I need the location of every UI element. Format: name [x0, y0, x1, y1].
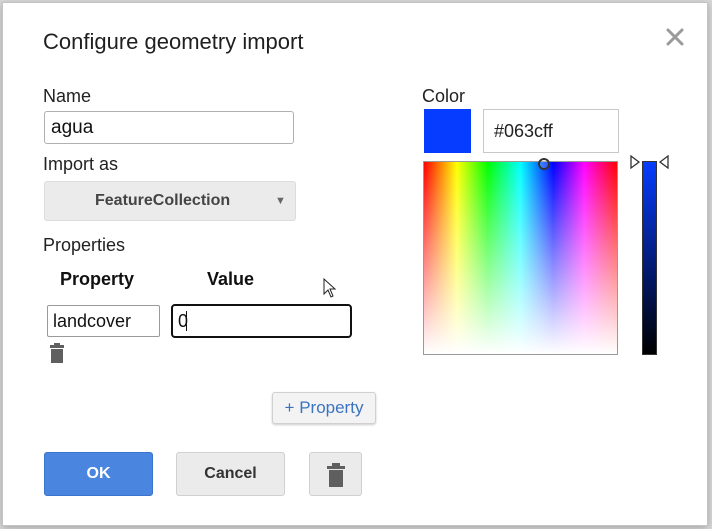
property-value-input[interactable]	[171, 304, 352, 338]
mouse-pointer-icon	[323, 277, 337, 298]
name-input[interactable]	[44, 111, 294, 144]
trash-icon	[327, 463, 345, 487]
property-name-input[interactable]	[47, 305, 160, 337]
ok-button[interactable]: OK	[44, 452, 153, 496]
properties-label: Properties	[43, 235, 126, 255]
spectrum-handle[interactable]	[538, 158, 550, 170]
chevron-down-icon: ▼	[275, 195, 286, 207]
color-value-slider[interactable]	[642, 161, 657, 355]
value-column-header: Value	[207, 269, 255, 289]
dialog-title: Configure geometry import	[43, 29, 304, 54]
slider-handle-left-icon[interactable]	[630, 154, 641, 170]
import-as-selected: FeatureCollection	[95, 192, 231, 209]
color-spectrum-picker[interactable]	[423, 161, 618, 355]
delete-geometry-button[interactable]	[309, 452, 362, 496]
property-column-header: Property	[60, 269, 135, 289]
import-as-select[interactable]: FeatureCollection ▼	[44, 181, 296, 221]
name-label: Name	[43, 86, 92, 106]
color-label: Color	[422, 86, 466, 106]
color-swatch[interactable]	[424, 109, 471, 153]
add-property-button[interactable]: + Property	[272, 392, 376, 424]
delete-property-trash-icon[interactable]	[48, 343, 66, 363]
slider-handle-right-icon[interactable]	[658, 154, 669, 170]
cancel-button[interactable]: Cancel	[176, 452, 285, 496]
configure-geometry-dialog: Configure geometry import Name Import as…	[2, 2, 708, 526]
import-as-label: Import as	[43, 154, 119, 174]
color-hex-input[interactable]	[483, 109, 619, 153]
close-icon[interactable]	[663, 25, 687, 49]
text-caret	[186, 311, 187, 331]
